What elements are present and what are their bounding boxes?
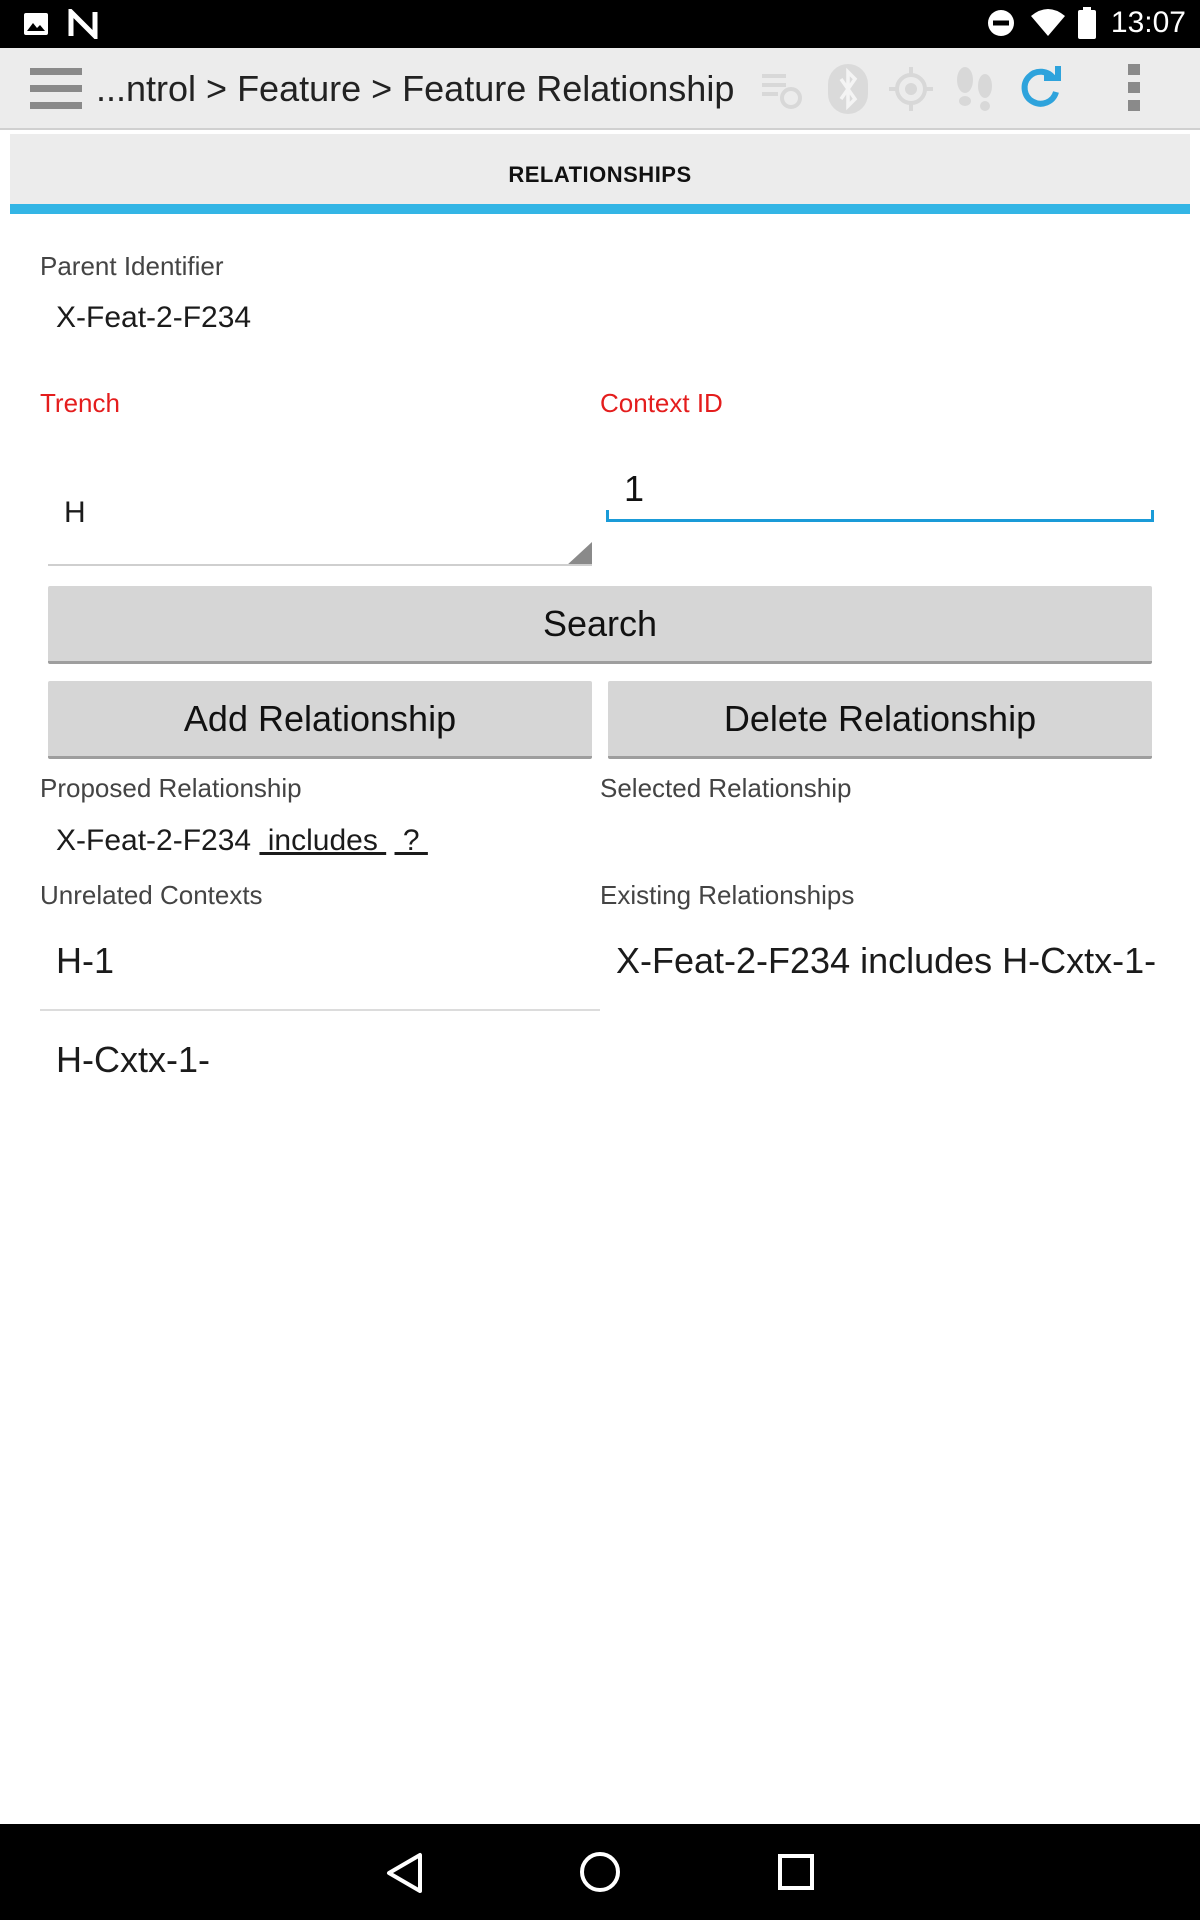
wifi-icon: [1031, 9, 1065, 36]
tab-label: RELATIONSHIPS: [508, 162, 692, 187]
back-icon[interactable]: [382, 1850, 428, 1896]
unrelated-context-text: H-1: [56, 940, 115, 981]
delete-relationship-button[interactable]: Delete Relationship: [608, 681, 1152, 759]
proposed-relation-link[interactable]: includes: [259, 824, 386, 857]
gps-icon[interactable]: [888, 66, 934, 112]
home-icon[interactable]: [578, 1850, 622, 1894]
context-id-input[interactable]: 1: [606, 462, 1154, 524]
search-button[interactable]: Search: [48, 586, 1152, 664]
trench-dropdown[interactable]: H: [48, 480, 592, 566]
add-relationship-button[interactable]: Add Relationship: [48, 681, 592, 759]
existing-relationship-text: X-Feat-2-F234 includes H-Cxtx-1-: [616, 940, 1157, 981]
edit-right-tick: [1151, 510, 1154, 522]
status-time: 13:07: [1110, 6, 1186, 39]
selected-relationship-label: Selected Relationship: [600, 773, 852, 803]
list-item-unrelated-context[interactable]: H-Cxtx-1-: [40, 1011, 600, 1109]
bluetooth-icon[interactable]: [826, 62, 870, 116]
menu-icon[interactable]: [30, 68, 82, 110]
proposed-relationship-label: Proposed Relationship: [40, 773, 302, 803]
n-logo-icon: [68, 9, 98, 39]
refresh-icon[interactable]: [1016, 64, 1064, 112]
list-item-unrelated-context[interactable]: H-1: [40, 912, 600, 1011]
edit-left-tick: [606, 510, 609, 522]
trench-value: H: [64, 496, 86, 529]
proposed-child-link[interactable]: ?: [395, 824, 428, 857]
context-id-underline: [606, 519, 1154, 522]
sync-list-icon[interactable]: [760, 68, 804, 112]
footsteps-icon[interactable]: [952, 64, 998, 114]
battery-icon: [1078, 7, 1096, 39]
tab-relationships[interactable]: RELATIONSHIPS: [10, 134, 1190, 214]
proposed-relationship: X-Feat-2-F234 includes ?: [56, 824, 428, 858]
dropdown-arrow-icon: [566, 542, 592, 566]
trench-underline: [48, 564, 592, 566]
parent-identifier-label: Parent Identifier: [40, 251, 224, 281]
breadcrumb-title: ...ntrol > Feature > Feature Relationshi…: [96, 68, 735, 109]
existing-relationships-label: Existing Relationships: [600, 880, 855, 910]
unrelated-contexts-label: Unrelated Contexts: [40, 880, 263, 910]
list-item-existing-relationship[interactable]: X-Feat-2-F234 includes H-Cxtx-1-: [600, 912, 1160, 1010]
trench-label: Trench: [40, 388, 120, 418]
unrelated-context-text: H-Cxtx-1-: [56, 1039, 210, 1080]
recents-icon[interactable]: [776, 1852, 816, 1892]
context-id-value: 1: [624, 468, 645, 509]
image-icon: [24, 13, 48, 35]
navigation-bar: [0, 1824, 1200, 1920]
context-id-label: Context ID: [600, 388, 723, 418]
status-bar: 13:07: [0, 0, 1200, 48]
proposed-parent: X-Feat-2-F234: [56, 824, 252, 857]
overflow-menu-icon[interactable]: [1126, 62, 1142, 114]
action-bar: ...ntrol > Feature > Feature Relationshi…: [0, 48, 1200, 130]
parent-identifier-value: X-Feat-2-F234: [56, 301, 252, 334]
tab-indicator: [10, 204, 1190, 214]
do-not-disturb-icon: [988, 10, 1014, 36]
